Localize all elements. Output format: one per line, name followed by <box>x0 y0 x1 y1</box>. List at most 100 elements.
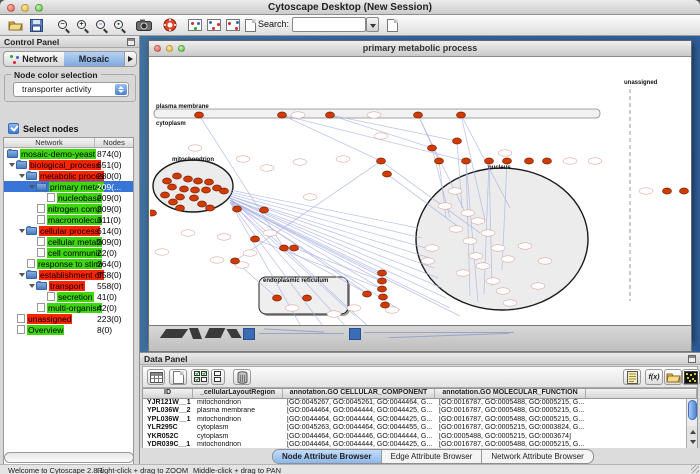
formula-builder-icon[interactable]: f(x) <box>645 369 663 385</box>
float-panel-icon[interactable] <box>688 355 696 363</box>
network-node[interactable] <box>173 173 182 179</box>
tree-row[interactable]: cellular process614(0) <box>4 225 133 236</box>
tree-row[interactable]: mosaic-demo-yeast874(0) <box>4 148 133 159</box>
search-dropdown-icon[interactable] <box>366 17 379 32</box>
network-node[interactable] <box>503 158 512 164</box>
expand-arrow-icon[interactable] <box>9 163 15 167</box>
network-node[interactable] <box>278 112 287 118</box>
tab-edge-attribute-browser[interactable]: Edge Attribute Browser <box>382 450 483 463</box>
network-node[interactable] <box>525 158 534 164</box>
network-node[interactable] <box>680 188 689 194</box>
select-attributes-icon[interactable] <box>191 369 209 385</box>
expand-arrow-icon[interactable] <box>19 273 25 277</box>
table-row[interactable]: YKR052Ccytoplasm[GO:0044464, GO:0044446,… <box>143 433 697 441</box>
network-node[interactable] <box>202 187 211 193</box>
search-options-icon[interactable] <box>383 16 402 34</box>
network-node[interactable] <box>233 206 242 212</box>
network-node[interactable] <box>176 194 185 200</box>
network-node[interactable] <box>184 176 193 182</box>
tab-node-attribute-browser[interactable]: Node Attribute Browser <box>273 450 382 463</box>
expand-arrow-icon[interactable] <box>19 229 25 233</box>
import-attributes-icon[interactable] <box>623 369 641 385</box>
network-node[interactable] <box>485 158 494 164</box>
table-row[interactable]: YPL036W__1mitochondrion[GO:0044464, GO:0… <box>143 416 697 424</box>
network-node[interactable] <box>206 205 215 211</box>
save-icon[interactable] <box>27 16 46 34</box>
tree-row[interactable]: biological_process651(0) <box>4 159 133 170</box>
network-node[interactable] <box>414 112 423 118</box>
open-icon[interactable] <box>6 16 25 34</box>
matrix-view-icon[interactable] <box>682 369 700 385</box>
edge[interactable] <box>282 115 466 161</box>
network-node[interactable] <box>220 188 229 194</box>
network-node[interactable] <box>543 158 552 164</box>
load-attributes-icon[interactable] <box>664 369 682 385</box>
tree-row[interactable]: Overview8(0) <box>4 324 133 335</box>
expand-arrow-icon[interactable] <box>19 174 25 178</box>
network-graph[interactable] <box>150 58 691 341</box>
tree-row[interactable]: secretion41(0) <box>4 291 133 302</box>
network-node[interactable] <box>190 195 199 201</box>
scrollbar-thumb[interactable] <box>688 400 697 420</box>
attribute-table-header[interactable]: ID _cellularLayoutRegion annotation.GO C… <box>143 389 697 399</box>
edge[interactable] <box>230 200 382 289</box>
more-tabs-icon[interactable] <box>124 52 136 66</box>
network-node[interactable] <box>378 278 387 284</box>
merge-networks-icon-a[interactable] <box>204 16 223 34</box>
network-node[interactable] <box>378 270 387 276</box>
zoom-selected-icon[interactable]: ▫ <box>92 16 111 34</box>
network-node[interactable] <box>363 291 372 297</box>
tree-row[interactable]: response to stimulu264(0) <box>4 258 133 269</box>
network-node[interactable] <box>290 245 299 251</box>
network-node[interactable] <box>195 112 204 118</box>
network-node[interactable] <box>163 178 172 184</box>
tree-row[interactable]: metabolic process280(0) <box>4 170 133 181</box>
tree-row[interactable]: nucleobase-209(0) <box>4 192 133 203</box>
delete-attribute-icon[interactable] <box>233 369 251 385</box>
table-row[interactable]: YJR121W__1mitochondrion[GO:0045267, GO:0… <box>143 399 697 407</box>
zoom-fit-icon[interactable]: ▪ <box>110 16 129 34</box>
edge[interactable] <box>418 115 439 161</box>
snapshot-icon[interactable] <box>134 16 153 34</box>
network-node[interactable] <box>150 210 157 216</box>
tree-row[interactable]: cell communicat22(0) <box>4 247 133 258</box>
network-node[interactable] <box>379 294 388 300</box>
network-node[interactable] <box>435 158 444 164</box>
tree-row[interactable]: establishment of lo558(0) <box>4 269 133 280</box>
edge[interactable] <box>330 115 457 141</box>
tree-header[interactable]: Network Nodes <box>4 138 133 148</box>
unselect-attributes-icon[interactable] <box>211 369 225 385</box>
edge[interactable] <box>282 115 381 161</box>
title-bar[interactable]: Cytoscape Desktop (New Session) <box>0 0 700 15</box>
tree-row[interactable]: transport558(0) <box>4 280 133 291</box>
network-node[interactable] <box>377 158 386 164</box>
attribute-table-icon[interactable] <box>147 369 165 385</box>
edge[interactable] <box>230 200 360 341</box>
network-node[interactable] <box>457 112 466 118</box>
network-node[interactable] <box>303 295 312 301</box>
network-node[interactable] <box>428 145 437 151</box>
table-row[interactable]: YPL036W__2plasma membrane[GO:0044464, GO… <box>143 407 697 415</box>
zoom-out-icon[interactable]: − <box>54 16 73 34</box>
network-node[interactable] <box>280 245 289 251</box>
network-node[interactable] <box>231 258 240 264</box>
resize-grip-icon[interactable] <box>691 465 699 473</box>
new-attribute-icon[interactable] <box>169 369 187 385</box>
network-node[interactable] <box>326 112 335 118</box>
tab-network-attribute-browser[interactable]: Network Attribute Browser <box>482 450 592 463</box>
edge[interactable] <box>230 196 430 258</box>
edge[interactable] <box>230 198 385 341</box>
network-node[interactable] <box>381 302 390 308</box>
zoom-in-icon[interactable]: + <box>73 16 92 34</box>
background-window-strip[interactable] <box>148 325 692 352</box>
tree-row[interactable]: unassigned223(0) <box>4 313 133 324</box>
network-window-titlebar[interactable]: primary metabolic process <box>149 41 691 57</box>
network-node[interactable] <box>194 178 203 184</box>
tree-row[interactable]: primary metabo209(... <box>4 181 133 192</box>
combo-stepper-icon[interactable] <box>115 84 127 95</box>
expand-arrow-icon[interactable] <box>29 284 35 288</box>
select-nodes-checkbox[interactable] <box>8 123 19 134</box>
expand-arrow-icon[interactable] <box>29 185 35 189</box>
network-node[interactable] <box>169 199 178 205</box>
search-input[interactable] <box>292 17 366 32</box>
